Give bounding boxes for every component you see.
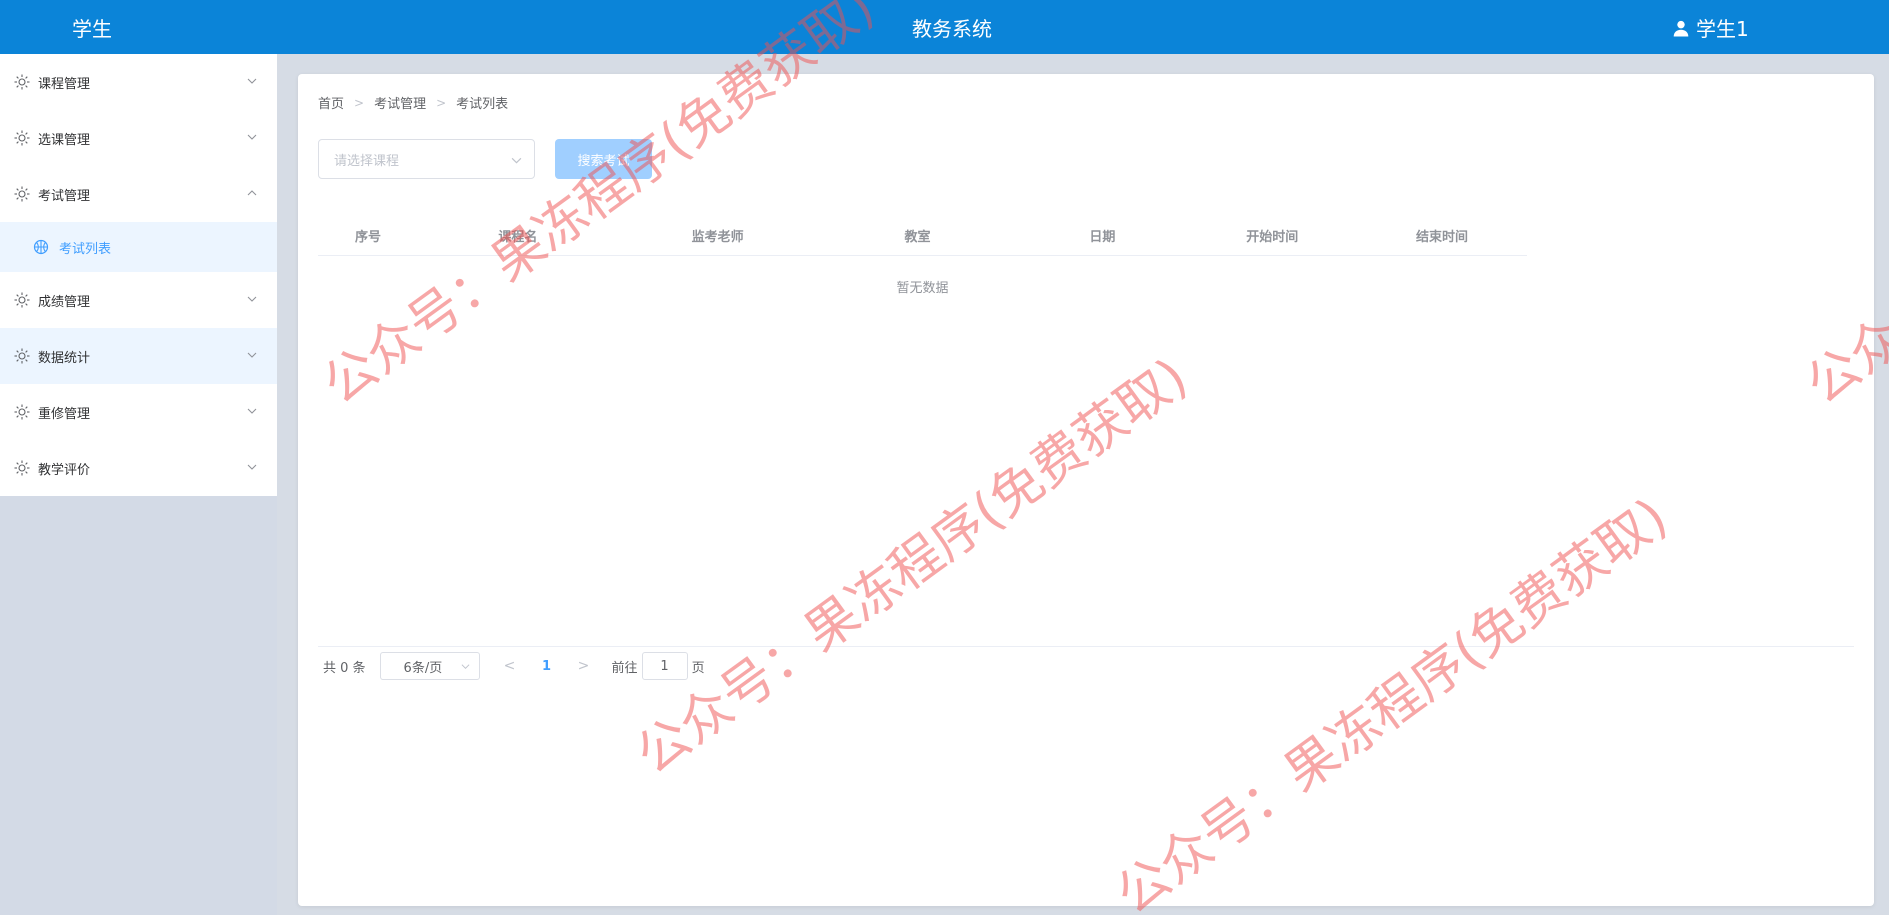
role-label: 学生 <box>72 17 112 41</box>
breadcrumb-home[interactable]: 首页 <box>318 93 344 112</box>
chevron-down-icon <box>247 408 257 414</box>
sidebar-item-grade-management[interactable]: 成绩管理 <box>0 272 277 328</box>
chevron-right-icon: > <box>354 95 365 110</box>
page-number[interactable]: 1 <box>528 659 566 674</box>
column-header[interactable]: 开始时间 <box>1187 226 1357 245</box>
chevron-down-icon <box>461 664 469 670</box>
table-header: 序号 课程名 监考老师 教室 日期 开始时间 结束时间 <box>318 216 1527 256</box>
prev-page-button[interactable]: < <box>500 652 520 680</box>
chevron-down-icon <box>247 352 257 358</box>
sidebar-menu: 课程管理 选课管理 考试管理 考试列表 成绩管理 数据统计 重修管理 教学评价 <box>0 54 277 496</box>
sidebar-item-label: 选课管理 <box>38 132 91 148</box>
sun-icon <box>14 348 30 364</box>
sidebar: 课程管理 选课管理 考试管理 考试列表 成绩管理 数据统计 重修管理 教学评价 <box>0 54 277 915</box>
column-header[interactable]: 结束时间 <box>1357 226 1527 245</box>
search-exam-button[interactable]: 搜索考试 <box>555 139 652 179</box>
sidebar-item-enrollment-management[interactable]: 选课管理 <box>0 110 277 166</box>
sidebar-item-label: 课程管理 <box>38 76 91 92</box>
breadcrumb-current: 考试列表 <box>456 97 509 112</box>
chevron-down-icon <box>247 78 257 84</box>
page-size-value: 6条/页 <box>403 660 443 676</box>
chevron-down-icon <box>247 464 257 470</box>
column-header[interactable]: 教室 <box>818 226 1018 245</box>
sun-icon <box>14 292 30 308</box>
divider <box>318 646 1854 647</box>
exam-table: 序号 课程名 监考老师 教室 日期 开始时间 结束时间 暂无数据 <box>318 216 1527 316</box>
column-header[interactable]: 监考老师 <box>618 226 818 245</box>
sun-icon <box>14 186 30 202</box>
breadcrumb-exam-management[interactable]: 考试管理 <box>374 93 426 112</box>
sidebar-item-label: 教学评价 <box>38 462 91 478</box>
user-name: 学生1 <box>1696 17 1749 41</box>
top-header: 学生 教务系统 学生1 <box>0 0 1889 54</box>
user-menu[interactable]: 学生1 <box>1672 13 1749 42</box>
sun-icon <box>14 130 30 146</box>
sun-icon <box>14 460 30 476</box>
chevron-down-icon <box>247 296 257 302</box>
user-icon <box>1673 20 1689 36</box>
sidebar-item-exam-management[interactable]: 考试管理 <box>0 166 277 222</box>
main-card: 首页 > 考试管理 > 考试列表 请选择课程 搜索考试 序号 课程名 监考老师 … <box>298 74 1874 906</box>
page-size-select[interactable]: 6条/页 <box>379 652 480 680</box>
pagination: 共 0 条 6条/页 < 1 > 前往 页 <box>323 651 705 681</box>
sidebar-item-label: 考试管理 <box>38 188 91 204</box>
next-page-button[interactable]: > <box>574 652 594 680</box>
sun-icon <box>14 74 30 90</box>
course-select[interactable]: 请选择课程 <box>318 139 535 179</box>
sidebar-item-teaching-evaluation[interactable]: 教学评价 <box>0 440 277 496</box>
sidebar-item-label: 成绩管理 <box>38 294 91 310</box>
course-select-placeholder: 请选择课程 <box>334 153 400 169</box>
goto-label: 前往 <box>611 660 638 676</box>
chevron-right-icon: > <box>436 95 447 110</box>
sidebar-item-exam-list[interactable]: 考试列表 <box>0 222 277 272</box>
chevron-down-icon <box>511 157 522 164</box>
column-header[interactable]: 序号 <box>318 226 418 245</box>
total-count: 共 0 条 <box>323 660 366 676</box>
sidebar-item-label: 数据统计 <box>38 350 91 366</box>
goto-suffix: 页 <box>691 660 705 676</box>
sidebar-subitem-label: 考试列表 <box>59 241 112 257</box>
empty-state: 暂无数据 <box>896 280 949 296</box>
column-header[interactable]: 日期 <box>1017 226 1187 245</box>
chevron-down-icon <box>247 134 257 140</box>
column-header[interactable]: 课程名 <box>418 226 618 245</box>
sidebar-item-retake-management[interactable]: 重修管理 <box>0 384 277 440</box>
goto-page-input[interactable] <box>641 652 688 680</box>
breadcrumb: 首页 > 考试管理 > 考试列表 <box>318 93 509 113</box>
chevron-up-icon <box>247 190 257 196</box>
basketball-icon <box>33 239 49 255</box>
system-title: 教务系统 <box>912 17 992 41</box>
sidebar-item-statistics[interactable]: 数据统计 <box>0 328 277 384</box>
sidebar-item-label: 重修管理 <box>38 406 91 422</box>
sidebar-item-course-management[interactable]: 课程管理 <box>0 54 277 110</box>
sun-icon <box>14 404 30 420</box>
